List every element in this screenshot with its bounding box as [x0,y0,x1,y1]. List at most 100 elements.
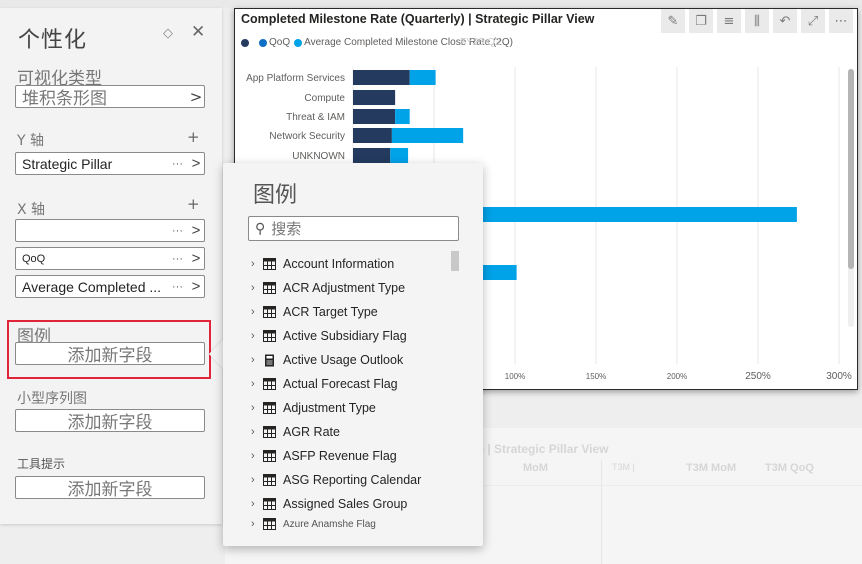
more-options-icon[interactable]: ··· [172,253,188,265]
table-icon [263,450,277,462]
y-category-label: Compute [304,93,345,104]
field-name: AGR Rate [283,425,340,439]
chart-scrollbar-thumb[interactable] [848,69,854,269]
field-list-item[interactable]: › Azure Anamshe Flag [251,516,451,532]
table-icon [263,258,277,270]
chevron-right-icon[interactable]: > [188,222,204,239]
x-tick-label: 150% [586,372,606,381]
field-list-item[interactable]: › Active Subsidiary Flag [251,324,451,348]
x-axis-field-3: Average Completed ... [22,278,162,295]
x-tick-label: 300% [826,371,852,382]
top-strip [0,0,862,8]
field-list-item[interactable]: › Account Information [251,252,451,276]
y-category-label: Network Security [269,131,345,142]
chevron-right-icon[interactable]: › [251,354,263,366]
x-tick-label: 250% [745,371,771,382]
popup-title: 图例 [253,183,298,208]
field-list-item[interactable]: › ACR Adjustment Type [251,276,451,300]
field-list-item[interactable]: › ACR Target Type [251,300,451,324]
calculator-icon [263,354,277,367]
bar[interactable] [353,109,396,124]
field-list-item[interactable]: › Actual Forecast Flag [251,372,451,396]
bar[interactable] [353,70,410,85]
more-options-icon[interactable]: ··· [172,225,188,237]
column-header-t3m-qoq: T3M QoQ [765,462,814,474]
field-name: Assigned Sales Group [283,497,408,511]
field-list-item[interactable]: › Adjustment Type [251,396,451,420]
chart-scrollbar[interactable] [848,69,854,327]
field-name: ASG Reporting Calendar [283,473,422,487]
field-list-item[interactable]: › AGR Rate [251,420,451,444]
bar[interactable] [391,128,464,143]
chevron-right-icon[interactable]: › [251,306,263,318]
chevron-right-icon[interactable]: › [251,450,263,462]
field-list-item[interactable]: › Assigned Sales Group [251,492,451,516]
viz-type-selector[interactable]: 堆积条形图 > [15,85,205,109]
y-axis-field-well[interactable]: Strategic Pillar ··· > [15,152,205,175]
chevron-right-icon[interactable]: > [188,155,204,172]
x-axis-add-icon[interactable]: + [187,195,200,213]
field-list: › Account Information › ACR Adjustment Type… [251,252,451,532]
field-name: ACR Adjustment Type [283,281,406,295]
y-axis-add-icon[interactable]: + [187,128,200,146]
tooltips-label: 工具提示 [17,457,66,471]
field-name: Azure Anamshe Flag [283,518,376,530]
more-options-icon[interactable]: ··· [172,281,188,293]
field-name: Actual Forecast Flag [283,377,398,391]
chevron-right-icon[interactable]: > [188,250,204,267]
chevron-right-icon[interactable]: › [251,474,263,486]
y-category-label: UNKNOWN [292,151,345,162]
pane-title: 个性化 [18,28,88,53]
table-icon [263,378,277,390]
x-axis-field-well-1[interactable]: ··· > [15,219,205,242]
table-row-divider [483,485,862,486]
x-axis-field-well-3[interactable]: Average Completed ... ··· > [15,275,205,298]
bar[interactable] [353,148,391,163]
x-tick-label: 200% [667,372,687,381]
small-multiples-label: 小型序列图 [17,391,87,407]
field-list-scrollbar[interactable] [451,251,459,271]
table-icon [263,498,277,510]
chevron-right-icon[interactable]: > [188,278,204,295]
table-icon [263,518,277,530]
x-axis-field-well-2[interactable]: QoQ ··· > [15,247,205,270]
small-multiples-add-field-button[interactable]: 添加新字段 [15,409,205,433]
search-placeholder: 搜索 [271,220,302,238]
close-icon[interactable]: ✕ [191,22,205,42]
field-list-item[interactable]: › ASFP Revenue Flag [251,444,451,468]
tooltips-add-field-button[interactable]: 添加新字段 [15,476,205,500]
eraser-icon[interactable]: ◇ [163,26,173,41]
y-category-label: Threat & IAM [286,112,345,123]
chevron-right-icon[interactable]: › [251,258,263,270]
chevron-right-icon[interactable]: › [251,518,263,530]
bar[interactable] [409,70,436,85]
bar[interactable] [353,128,392,143]
field-name: ACR Target Type [283,305,378,319]
chevron-right-icon: > [189,87,203,106]
field-search-input[interactable]: ⚲ 搜索 [248,216,459,241]
background-visual-title: ) | Strategic Pillar View [480,442,609,456]
chevron-right-icon[interactable]: › [251,330,263,342]
format-pane: 个性化 ◇ ✕ 可视化类型 堆积条形图 > Y 轴 + Strategic Pi… [0,8,222,524]
chevron-right-icon[interactable]: › [251,402,263,414]
table-icon [263,402,277,414]
chevron-right-icon[interactable]: › [251,378,263,390]
field-name: Adjustment Type [283,401,376,415]
field-list-item[interactable]: › ASG Reporting Calendar [251,468,451,492]
field-list-item[interactable]: › Active Usage Outlook [251,348,451,372]
field-name: Active Usage Outlook [283,353,404,367]
search-icon: ⚲ [255,220,266,237]
bar[interactable] [395,109,410,124]
legend-field-picker: 图例 ⚲ 搜索 › Account Information › ACR Adjustm… [223,163,483,546]
table-icon [263,474,277,486]
more-options-icon[interactable]: ··· [172,158,188,170]
report-canvas: ) | Strategic Pillar View MoM T3M | T3M … [0,0,862,564]
bar[interactable] [390,148,409,163]
x-axis-label: X 轴 [17,202,46,218]
y-category-label: App Platform Services [246,73,345,84]
chevron-right-icon[interactable]: › [251,426,263,438]
chevron-right-icon[interactable]: › [251,282,263,294]
field-name: Account Information [283,257,395,271]
bar[interactable] [353,90,396,105]
chevron-right-icon[interactable]: › [251,498,263,510]
